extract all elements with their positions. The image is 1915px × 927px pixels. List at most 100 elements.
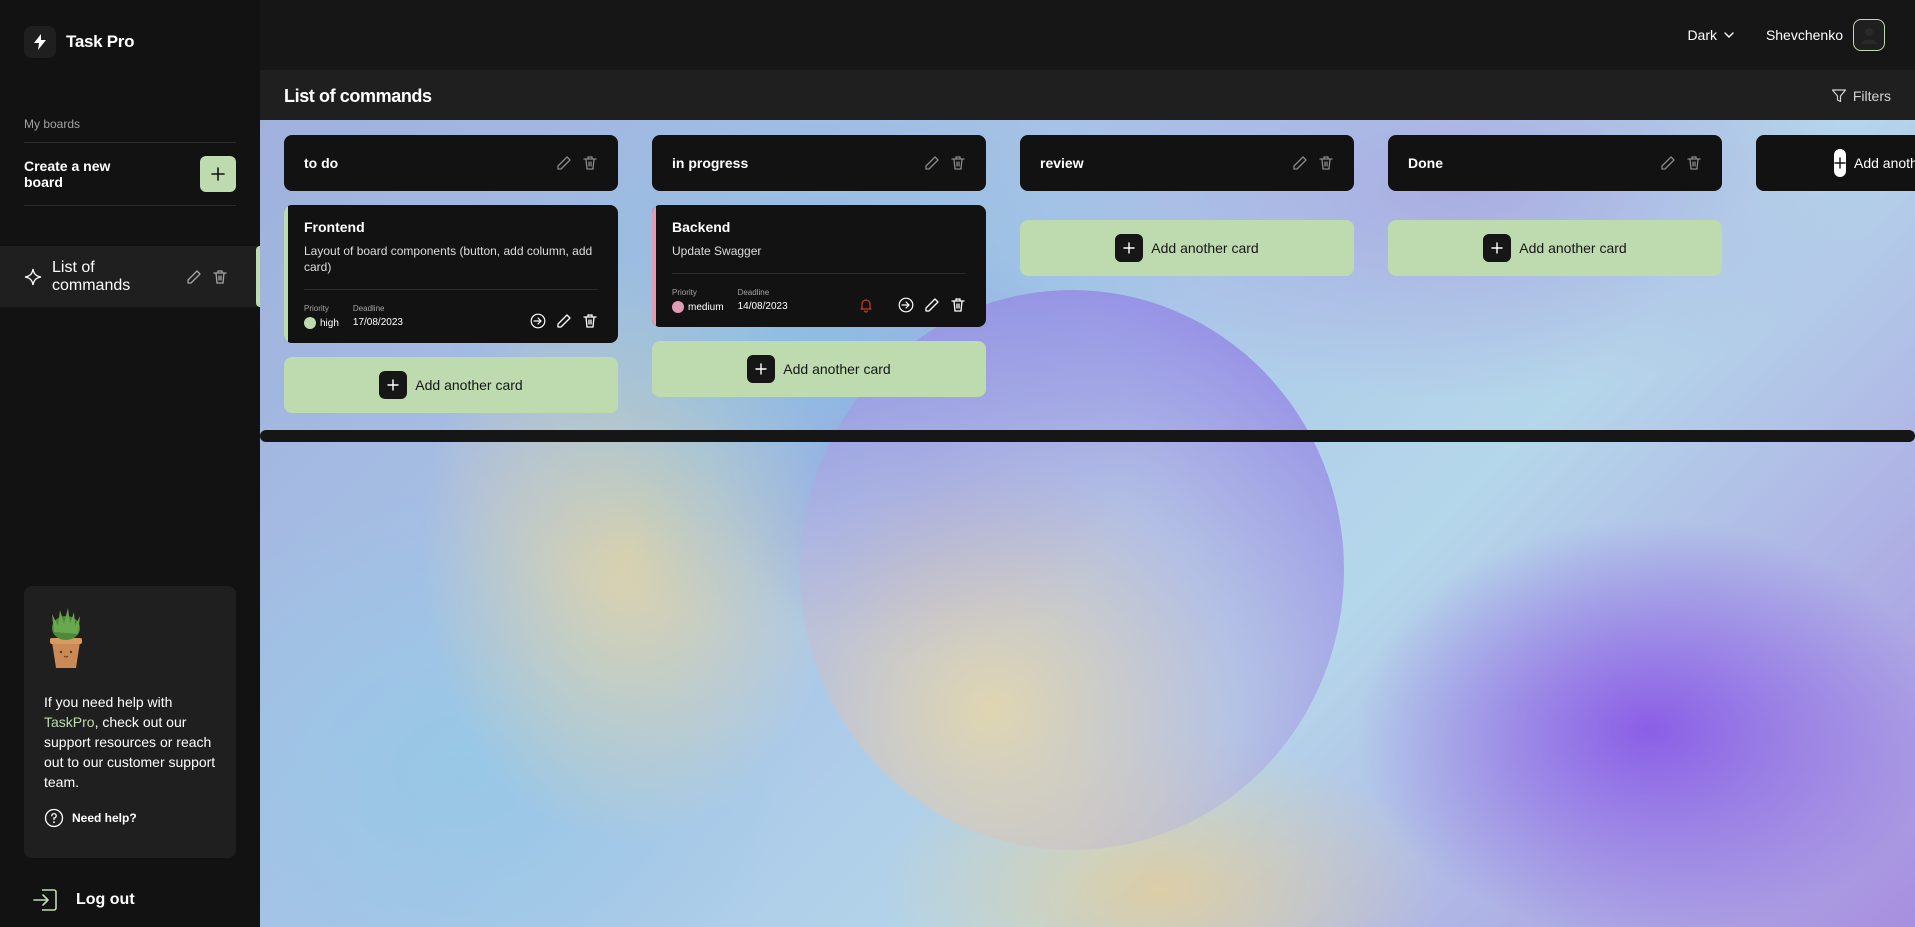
column-title: to do	[304, 155, 339, 171]
theme-value: Dark	[1687, 27, 1717, 43]
edit-board-icon[interactable]	[186, 269, 202, 285]
task-card[interactable]: Frontend Layout of board components (but…	[284, 205, 618, 343]
need-help-button[interactable]: Need help?	[44, 808, 216, 828]
filters-button[interactable]: Filters	[1831, 88, 1891, 104]
plus-icon	[1483, 234, 1512, 262]
help-text-part: If you need help with	[44, 694, 173, 710]
help-text: If you need help with TaskPro, check out…	[44, 692, 216, 792]
column-header: review	[1020, 135, 1354, 191]
create-board-button[interactable]	[200, 156, 236, 192]
top-header: Dark Shevchenko	[260, 0, 1915, 70]
column-title: Done	[1408, 155, 1443, 171]
user-profile[interactable]: Shevchenko	[1766, 19, 1885, 51]
deadline-value: 14/08/2023	[737, 301, 788, 312]
sidebar-board-item[interactable]: List of commands	[0, 246, 260, 307]
plus-icon	[1115, 234, 1144, 262]
deadline-label: Deadline	[352, 304, 385, 313]
filters-label: Filters	[1852, 88, 1891, 104]
board-header: List of commands Filters	[260, 70, 1915, 120]
create-board-row: Create a new board	[24, 142, 236, 206]
logout-icon	[33, 889, 57, 911]
sparkle-icon	[24, 268, 42, 285]
move-card-icon[interactable]	[530, 313, 546, 329]
avatar[interactable]	[1853, 19, 1885, 51]
delete-column-icon[interactable]	[950, 155, 966, 171]
column-in-progress: in progress Backend Update Swagger Prior…	[652, 135, 986, 397]
edit-column-icon[interactable]	[1292, 155, 1308, 171]
user-name: Shevchenko	[1765, 27, 1843, 43]
lightning-icon	[24, 26, 56, 58]
column-header: Done	[1388, 135, 1722, 191]
sidebar: Task Pro My boards Create a new board Li…	[0, 0, 260, 927]
logout-label: Log out	[76, 891, 135, 908]
plus-icon	[211, 167, 225, 181]
card-title: Backend	[672, 219, 731, 235]
card-description: Layout of board components (button, add …	[304, 243, 598, 290]
horizontal-scrollbar[interactable]	[260, 430, 1915, 442]
plus-icon	[747, 355, 776, 383]
plus-icon	[379, 371, 408, 399]
board-title: List of commands	[284, 86, 432, 106]
theme-select[interactable]: Dark	[1687, 27, 1735, 43]
priority-label: Priority	[304, 304, 329, 313]
app-logo[interactable]: Task Pro	[24, 26, 134, 58]
add-card-button[interactable]: Add another card	[1020, 220, 1354, 276]
delete-column-icon[interactable]	[1686, 155, 1702, 171]
bell-icon	[858, 297, 874, 313]
card-description: Update Swagger	[672, 243, 966, 274]
deadline-label: Deadline	[737, 288, 770, 297]
column-review: review Add another card	[1020, 135, 1354, 276]
add-card-label: Add another card	[783, 361, 891, 377]
column-title: in progress	[672, 155, 749, 171]
add-card-label: Add another card	[415, 377, 523, 393]
create-board-label: Create a new board	[24, 158, 111, 190]
priority-stripe	[652, 205, 656, 327]
add-card-button[interactable]: Add another card	[652, 341, 986, 397]
add-card-button[interactable]: Add another card	[284, 357, 618, 413]
cactus-illustration	[42, 606, 90, 670]
priority-dot	[672, 301, 684, 313]
edit-card-icon[interactable]	[556, 313, 572, 329]
help-circle-icon	[44, 808, 64, 828]
column-to-do: to do Frontend Layout of board component…	[284, 135, 618, 413]
help-box: If you need help with TaskPro, check out…	[24, 586, 236, 858]
card-title: Frontend	[304, 219, 365, 235]
sidebar-board-label: List of commands	[52, 258, 131, 294]
column-done: Done Add another card	[1388, 135, 1722, 276]
board-area: List of commands Filters to do Frontend …	[260, 70, 1915, 927]
delete-card-icon[interactable]	[582, 313, 598, 329]
delete-column-icon[interactable]	[582, 155, 598, 171]
add-card-label: Add another card	[1151, 240, 1259, 256]
plus-icon	[1834, 149, 1846, 177]
priority-label: Priority	[672, 288, 697, 297]
priority-value: high	[320, 317, 339, 329]
delete-card-icon[interactable]	[950, 297, 966, 313]
priority-dot	[304, 317, 316, 329]
filter-icon	[1831, 89, 1846, 103]
add-column-button[interactable]: Add another column	[1756, 135, 1915, 191]
edit-column-icon[interactable]	[556, 155, 572, 171]
app-name: Task Pro	[66, 32, 135, 51]
delete-board-icon[interactable]	[212, 269, 228, 285]
add-card-button[interactable]: Add another card	[1388, 220, 1722, 276]
chevron-down-icon	[1724, 32, 1734, 38]
priority-stripe	[284, 205, 288, 343]
delete-column-icon[interactable]	[1318, 155, 1334, 171]
add-column-label: Add another column	[1854, 155, 1915, 171]
move-card-icon[interactable]	[898, 297, 914, 313]
help-brand-link: TaskPro	[44, 714, 95, 730]
need-help-label: Need help?	[72, 811, 137, 825]
my-boards-label: My boards	[24, 117, 81, 131]
column-header: in progress	[652, 135, 986, 191]
priority-value: medium	[688, 301, 724, 313]
edit-column-icon[interactable]	[924, 155, 940, 171]
deadline-value: 17/08/2023	[352, 317, 403, 328]
logout-button[interactable]: Log out	[30, 884, 135, 916]
edit-card-icon[interactable]	[924, 297, 940, 313]
task-card[interactable]: Backend Update Swagger Priority medium D…	[652, 205, 986, 327]
user-icon	[1861, 28, 1877, 44]
column-title: review	[1040, 155, 1084, 171]
add-card-label: Add another card	[1519, 240, 1627, 256]
column-header: to do	[284, 135, 618, 191]
edit-column-icon[interactable]	[1660, 155, 1676, 171]
